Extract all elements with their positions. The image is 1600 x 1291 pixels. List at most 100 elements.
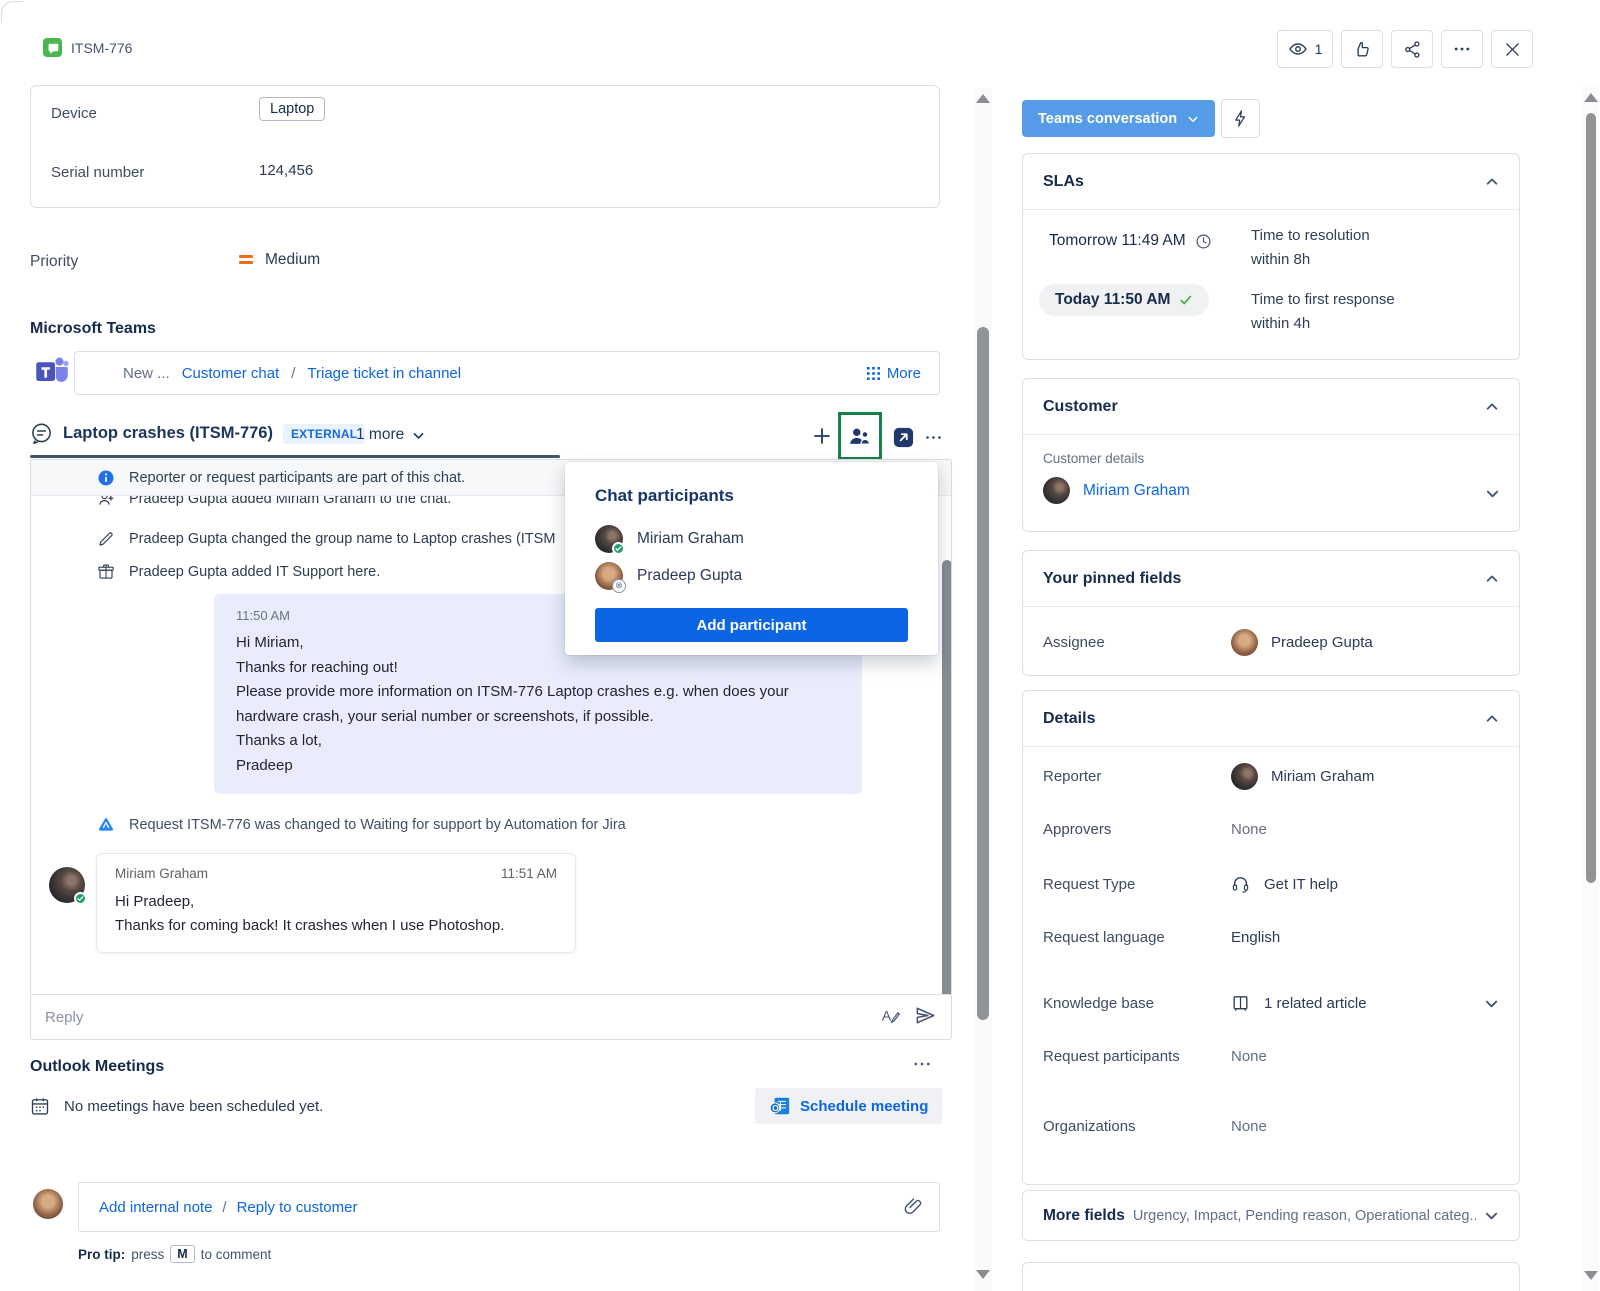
assignee-row[interactable]: Assignee Pradeep Gupta: [1043, 629, 1499, 656]
dialog-corner: [1, 1, 23, 23]
scroll-up-arrow[interactable]: [1584, 93, 1598, 102]
avatar-pradeep: [33, 1189, 63, 1219]
automation-icon: [97, 816, 115, 834]
more-tabs-dropdown[interactable]: 1 more: [356, 426, 425, 444]
priority-value[interactable]: Medium: [265, 251, 320, 269]
message-line: Pradeep: [236, 754, 840, 779]
chevron-down-icon[interactable]: [1484, 996, 1499, 1011]
add-participant-button[interactable]: Add participant: [595, 608, 908, 642]
triage-ticket-link[interactable]: Triage ticket in channel: [307, 365, 461, 382]
scroll-up-arrow[interactable]: [976, 94, 990, 103]
watch-count: 1: [1315, 41, 1323, 57]
ticket-id[interactable]: ITSM-776: [71, 40, 132, 56]
outlook-section-title: Outlook Meetings: [30, 1058, 164, 1076]
scroll-down-arrow[interactable]: [976, 1270, 990, 1279]
reply-to-customer-link[interactable]: Reply to customer: [237, 1199, 358, 1216]
chevron-down-icon: [1187, 113, 1199, 125]
chat-tab-title: Laptop crashes (ITSM-776): [63, 424, 273, 443]
chevron-up-icon: [1485, 572, 1499, 586]
teams-section-title: Microsoft Teams: [30, 320, 156, 338]
outlook-more-button[interactable]: [912, 1054, 932, 1077]
chat-more-menu-button[interactable]: [924, 428, 943, 450]
main-scrollbar-thumb[interactable]: [977, 327, 989, 1020]
chat-scrollbar-thumb[interactable]: [942, 560, 952, 1006]
sla-metric: Time to first response within 4h: [1251, 288, 1395, 336]
svg-text:O: O: [772, 1103, 779, 1113]
chat-event-text: Pradeep Gupta changed the group name to …: [129, 531, 555, 547]
send-button[interactable]: [914, 1004, 937, 1030]
format-button[interactable]: A: [880, 1005, 902, 1030]
customer-chat-link[interactable]: Customer chat: [182, 365, 280, 382]
serial-number-label: Serial number: [51, 164, 144, 181]
outlook-empty-text: No meetings have been scheduled yet.: [64, 1098, 323, 1115]
chat-tab[interactable]: Laptop crashes (ITSM-776) EXTERNAL: [30, 422, 365, 445]
paperclip-icon[interactable]: [903, 1197, 923, 1217]
new-chat-button[interactable]: [810, 424, 834, 451]
approvers-row[interactable]: Approvers None: [1043, 821, 1499, 838]
comment-box[interactable]: Add internal note / Reply to customer: [78, 1182, 940, 1232]
chevron-down-icon[interactable]: [1485, 486, 1500, 501]
participant-row[interactable]: Miriam Graham: [595, 520, 908, 557]
reply-input[interactable]: [45, 1009, 880, 1026]
more-actions-button[interactable]: [1441, 30, 1483, 68]
package-icon: [97, 563, 115, 581]
clock-icon: [1195, 233, 1212, 250]
share-icon: [1403, 40, 1422, 59]
chevron-down-icon: [1484, 1208, 1499, 1223]
close-button[interactable]: [1491, 30, 1533, 68]
pinned-fields-header[interactable]: Your pinned fields: [1023, 551, 1519, 606]
ellipsis-icon: [912, 1054, 932, 1074]
chat-bubble-icon: [30, 422, 53, 445]
device-value-chip[interactable]: Laptop: [259, 97, 325, 121]
message-line: Hi Pradeep,: [115, 890, 557, 914]
schedule-meeting-button[interactable]: O Schedule meeting: [755, 1088, 942, 1124]
status-online-icon: [74, 892, 87, 905]
details-header[interactable]: Details: [1023, 691, 1519, 746]
automation-rules-button[interactable]: [1221, 99, 1260, 138]
customer-card: Customer Customer details Miriam Graham: [1022, 378, 1520, 532]
conversation-selector-button[interactable]: Teams conversation: [1022, 100, 1215, 137]
customer-name-link[interactable]: Miriam Graham: [1083, 482, 1190, 500]
like-button[interactable]: [1341, 30, 1383, 68]
more-fields-summary: Urgency, Impact, Pending reason, Operati…: [1133, 1208, 1476, 1224]
reporter-row[interactable]: Reporter Miriam Graham: [1043, 763, 1499, 790]
message-line: Thanks a lot,: [236, 729, 840, 754]
status-online-icon: [612, 542, 625, 555]
customer-header[interactable]: Customer: [1023, 379, 1519, 434]
add-internal-note-link[interactable]: Add internal note: [99, 1199, 212, 1216]
priority-medium-icon: [239, 252, 253, 267]
open-in-teams-button[interactable]: [892, 426, 915, 452]
organizations-row[interactable]: Organizations None: [1043, 1118, 1499, 1135]
scroll-down-arrow[interactable]: [1584, 1271, 1598, 1280]
serial-number-value[interactable]: 124,456: [259, 162, 313, 179]
teams-more-button[interactable]: More: [867, 365, 921, 382]
request-language-row[interactable]: Request language English: [1043, 929, 1499, 946]
customer-details-row[interactable]: Miriam Graham: [1043, 477, 1190, 504]
pinned-fields-card: Your pinned fields Assignee Pradeep Gupt…: [1022, 550, 1520, 676]
sla-row-due: Today 11:50 AM: [1039, 284, 1209, 316]
ellipsis-icon: [1452, 39, 1472, 59]
page-scrollbar-thumb[interactable]: [1586, 113, 1596, 883]
avatar-pradeep: [1231, 629, 1258, 656]
request-type-row[interactable]: Request Type Get IT help: [1043, 875, 1499, 894]
watchers-button[interactable]: 1: [1277, 30, 1333, 68]
sla-row-due: Tomorrow 11:49 AM: [1049, 232, 1212, 250]
more-fields-card[interactable]: More fields Urgency, Impact, Pending rea…: [1022, 1190, 1520, 1241]
active-tab-indicator: [30, 455, 560, 458]
knowledge-base-row[interactable]: Knowledge base 1 related article: [1043, 994, 1499, 1013]
main-scrollbar[interactable]: [974, 88, 992, 1291]
slas-card: SLAs Tomorrow 11:49 AM Time to resolutio…: [1022, 153, 1520, 360]
participant-name: Pradeep Gupta: [637, 567, 742, 585]
customer-message-card: Miriam Graham 11:51 AM Hi Pradeep, Thank…: [96, 853, 576, 953]
page-scrollbar[interactable]: [1583, 85, 1599, 1291]
participant-row[interactable]: ⊗ Pradeep Gupta: [595, 557, 908, 594]
grid-icon: [867, 367, 880, 380]
share-button[interactable]: [1391, 30, 1433, 68]
microsoft-teams-logo: [34, 352, 70, 393]
slas-header[interactable]: SLAs: [1023, 154, 1519, 209]
details-card: Details Reporter Miriam Graham Approvers…: [1022, 690, 1520, 1185]
issue-dialog: ITSM-776 1 Device Laptop Serial number 1…: [0, 0, 1600, 1291]
calendar-icon: [30, 1096, 50, 1116]
lightning-icon: [1231, 109, 1250, 128]
request-participants-row[interactable]: Request participants None: [1043, 1048, 1499, 1065]
